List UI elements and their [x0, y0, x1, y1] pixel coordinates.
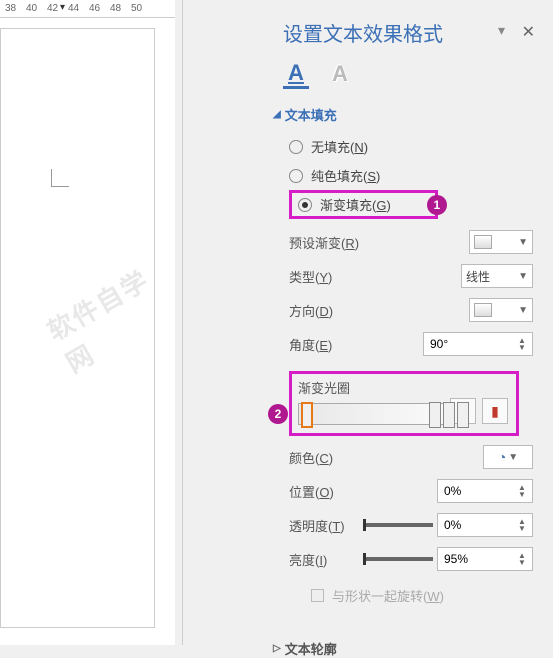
gradient-stop[interactable]	[301, 402, 313, 428]
highlight-gradient-stops: 2 渐变光圈 ▮ ▮	[289, 371, 519, 436]
chevron-down-icon: ◢	[273, 109, 281, 120]
panel-options-icon[interactable]: ▾	[498, 22, 505, 39]
radio-icon	[298, 198, 312, 212]
swatch-icon	[474, 235, 492, 249]
brightness-spinner[interactable]: ▲▼	[437, 547, 533, 571]
horizontal-ruler[interactable]: 38 40 42 44 46 48 50 ▾	[0, 0, 175, 18]
spin-buttons[interactable]: ▲▼	[516, 484, 528, 498]
remove-stop-icon: ▮	[491, 403, 499, 420]
spin-buttons[interactable]: ▲▼	[516, 337, 528, 351]
gradient-stop[interactable]	[443, 402, 455, 428]
section-text-outline[interactable]: ▷ 文本轮廓	[273, 639, 553, 658]
tab-text-outline[interactable]: A	[327, 59, 353, 89]
radio-solid-fill[interactable]: 纯色填充(S)	[289, 161, 553, 190]
margin-mark-icon	[51, 169, 69, 187]
label-color: 颜色(C)	[289, 448, 333, 467]
remove-stop-button[interactable]: ▮	[482, 398, 508, 424]
ruler-tick: 48	[105, 3, 126, 14]
highlight-gradient-fill: 渐变填充(G) 1	[289, 190, 438, 219]
angle-input[interactable]	[428, 336, 498, 352]
transparency-spinner[interactable]: ▲▼	[437, 513, 533, 537]
format-tabs: A A	[183, 47, 553, 95]
radio-gradient-fill[interactable]: 渐变填充(G)	[320, 195, 391, 214]
radio-label: 无填充(N)	[311, 137, 368, 156]
section-text-fill[interactable]: ◢ 文本填充	[273, 105, 553, 124]
label-type: 类型(Y)	[289, 267, 332, 286]
tab-text-fill[interactable]: A	[283, 59, 309, 89]
section-label: 文本填充	[285, 105, 337, 124]
chevron-down-icon: ▼	[518, 305, 528, 316]
page[interactable]	[0, 28, 155, 628]
format-text-effects-panel: 设置文本效果格式 ▾ ✕ A A ◢ 文本填充 无填充(N) 纯色填充(S) 渐…	[182, 0, 553, 645]
document-area: 38 40 42 44 46 48 50 ▾ 软件自学网	[0, 0, 175, 645]
chevron-down-icon: ▼	[508, 452, 518, 463]
ruler-tick: 46	[84, 3, 105, 14]
type-value: 线性	[466, 268, 490, 285]
position-spinner[interactable]: ▲▼	[437, 479, 533, 503]
close-icon[interactable]: ✕	[522, 22, 535, 42]
spin-buttons[interactable]: ▲▼	[516, 518, 528, 532]
spin-buttons[interactable]: ▲▼	[516, 552, 528, 566]
gradient-stop[interactable]	[429, 402, 441, 428]
checkbox-icon	[311, 589, 324, 602]
swatch-icon	[474, 303, 492, 317]
gradient-stops-slider[interactable]	[298, 403, 444, 425]
transparency-slider[interactable]	[363, 523, 433, 527]
label-brightness: 亮度(I)	[289, 550, 327, 569]
chevron-down-icon: ▼	[518, 271, 528, 282]
angle-spinner[interactable]: ▲▼	[423, 332, 533, 356]
checkbox-label: 与形状一起旋转(W)	[332, 586, 444, 605]
brightness-slider[interactable]	[363, 557, 433, 561]
preset-gradient-dropdown[interactable]: ▼	[469, 230, 533, 254]
direction-dropdown[interactable]: ▼	[469, 298, 533, 322]
tab-stop-icon[interactable]: ▾	[52, 2, 73, 13]
callout-badge: 2	[268, 404, 288, 424]
ruler-tick: 38	[0, 3, 21, 14]
callout-badge: 1	[427, 195, 447, 215]
label-angle: 角度(E)	[289, 335, 332, 354]
label-direction: 方向(D)	[289, 301, 333, 320]
radio-icon	[289, 140, 303, 154]
ruler-tick: 50	[126, 3, 147, 14]
label-preset-gradient: 预设渐变(R)	[289, 233, 359, 252]
type-dropdown[interactable]: 线性 ▼	[461, 264, 533, 288]
label-position: 位置(O)	[289, 482, 334, 501]
brightness-input[interactable]	[442, 551, 512, 567]
gradient-stop[interactable]	[457, 402, 469, 428]
radio-label: 纯色填充(S)	[311, 166, 380, 185]
section-label: 文本轮廓	[285, 639, 337, 658]
color-picker[interactable]: ◔▼	[483, 445, 533, 469]
rotate-with-shape-checkbox[interactable]: 与形状一起旋转(W)	[289, 576, 533, 605]
label-transparency: 透明度(T)	[289, 516, 345, 535]
label-gradient-stops: 渐变光圈	[298, 381, 350, 396]
ruler-tick: 40	[21, 3, 42, 14]
paint-bucket-icon: ◔	[498, 449, 506, 465]
transparency-input[interactable]	[442, 517, 512, 533]
position-input[interactable]	[442, 483, 512, 499]
chevron-down-icon: ▼	[518, 237, 528, 248]
radio-icon	[289, 169, 303, 183]
radio-no-fill[interactable]: 无填充(N)	[289, 132, 553, 161]
